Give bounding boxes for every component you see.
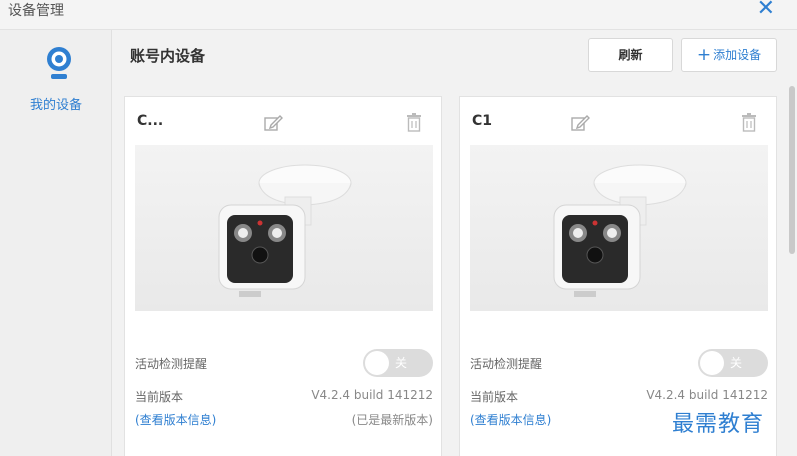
version-value: V4.2.4 build 141212 [646,388,768,402]
version-label: 当前版本 [135,390,184,404]
scrollbar[interactable] [789,86,795,254]
device-image [470,145,768,311]
main-panel: 账号内设备 刷新 + 添加设备 C... 活动检测提醒 关 当前版本 V4.2.… [112,30,797,456]
main-header: 账号内设备 刷新 + 添加设备 [112,30,797,82]
toggle-knob [700,351,724,375]
version-label: 当前版本 [470,390,519,404]
add-device-label: 添加设备 [713,48,762,62]
motion-detection-label: 活动检测提醒 [135,357,208,371]
refresh-button[interactable]: 刷新 [588,38,673,72]
toggle-state-label: 关 [395,356,408,370]
toggle-state-label: 关 [730,356,743,370]
device-card: C1 活动检测提醒 关 当前版本 V4.2.4 build 141212 (查看… [459,96,777,456]
camera-icon [47,47,71,79]
trash-icon[interactable] [405,112,423,132]
view-version-info-link[interactable]: (查看版本信息) [135,411,216,428]
plus-icon: + [696,45,712,65]
close-icon[interactable]: ✕ [757,0,775,22]
sidebar-item-label: 我的设备 [29,98,82,113]
device-name: C1 [472,113,493,129]
sidebar-item-my-devices[interactable]: 我的设备 [0,40,112,116]
title-bar: 设备管理 ✕ [0,0,797,30]
device-name: C... [137,113,164,129]
view-version-info-link[interactable]: (查看版本信息) [470,411,551,428]
page-title: 账号内设备 [130,47,206,65]
sidebar: 我的设备 [0,30,112,456]
add-device-button[interactable]: + 添加设备 [681,38,777,72]
trash-icon[interactable] [740,112,758,132]
edit-icon[interactable] [263,113,283,133]
device-card: C... 活动检测提醒 关 当前版本 V4.2.4 build 141212 (… [124,96,442,456]
device-image [135,145,433,311]
version-status: (已是最新版本) [351,413,433,427]
toggle-knob [365,351,389,375]
version-value: V4.2.4 build 141212 [311,388,433,402]
motion-detection-toggle[interactable]: 关 [363,349,433,377]
edit-icon[interactable] [570,113,590,133]
watermark: 最需教育 [672,412,765,437]
motion-detection-label: 活动检测提醒 [470,357,543,371]
motion-detection-toggle[interactable]: 关 [698,349,768,377]
window-title: 设备管理 [8,3,64,19]
